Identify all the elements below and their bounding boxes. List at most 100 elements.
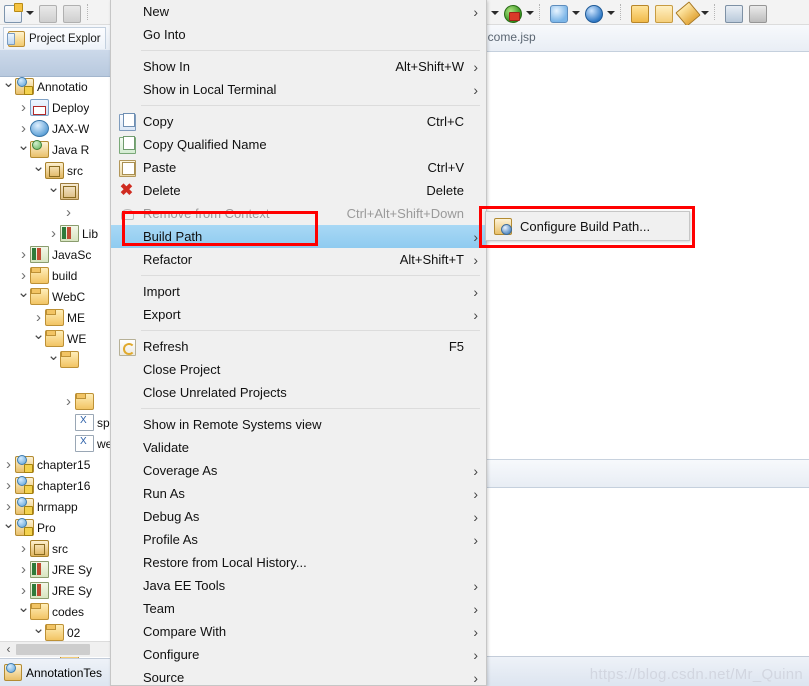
scroll-left-arrow-icon[interactable]: ‹: [2, 642, 15, 657]
tree-item[interactable]: [0, 181, 110, 202]
chevron-right-icon[interactable]: [47, 227, 60, 240]
save-icon[interactable]: [36, 2, 58, 23]
chevron-down-icon[interactable]: [17, 143, 30, 156]
chevron-right-icon[interactable]: [62, 395, 75, 408]
menu-item-source[interactable]: Source ›: [111, 666, 486, 686]
menu-item-delete[interactable]: ✖ Delete Delete: [111, 179, 486, 202]
folder-icon[interactable]: [652, 2, 674, 23]
chevron-down-icon[interactable]: [17, 605, 30, 618]
tree-horizontal-scrollbar[interactable]: ‹: [0, 641, 110, 657]
chevron-right-icon[interactable]: [17, 563, 30, 576]
menu-item-build-path[interactable]: Build Path ›: [111, 225, 486, 248]
menu-item-debug-as[interactable]: Debug As ›: [111, 505, 486, 528]
menu-item-export[interactable]: Export ›: [111, 303, 486, 326]
tree-item[interactable]: Lib: [0, 223, 110, 244]
chevron-down-icon[interactable]: [17, 290, 30, 303]
menu-item-copy[interactable]: Copy Ctrl+C: [111, 110, 486, 133]
tree-item[interactable]: JRE Sy: [0, 559, 110, 580]
tree-item[interactable]: src: [0, 538, 110, 559]
menu-item-coverage-as[interactable]: Coverage As ›: [111, 459, 486, 482]
new-web-project-dropdown-icon[interactable]: [570, 2, 581, 23]
chevron-down-icon[interactable]: [47, 185, 60, 198]
tree-item[interactable]: Java R: [0, 139, 110, 160]
new-wizard-dropdown-icon[interactable]: [24, 2, 35, 23]
tab-welcome-jsp[interactable]: lcome.jsp: [485, 30, 536, 44]
menu-item-close-unrelated-projects[interactable]: Close Unrelated Projects: [111, 381, 486, 404]
chevron-right-icon[interactable]: [2, 479, 15, 492]
new-spring-dropdown-icon[interactable]: [605, 2, 616, 23]
chevron-down-icon[interactable]: [2, 80, 15, 93]
tree-item[interactable]: codes: [0, 601, 110, 622]
tree-item[interactable]: [0, 391, 110, 412]
tree-item[interactable]: wel: [0, 433, 110, 454]
tree-item[interactable]: [0, 202, 110, 223]
chevron-down-icon[interactable]: [47, 353, 60, 366]
tree-item[interactable]: JAX-W: [0, 118, 110, 139]
menu-item-restore-from-local-history[interactable]: Restore from Local History...: [111, 551, 486, 574]
chevron-right-icon[interactable]: [62, 206, 75, 219]
save-all-icon[interactable]: [60, 2, 82, 23]
menu-item-team[interactable]: Team ›: [111, 597, 486, 620]
tree-item[interactable]: [0, 370, 110, 391]
chevron-down-icon[interactable]: [32, 164, 45, 177]
menu-item-validate[interactable]: Validate: [111, 436, 486, 459]
chevron-down-icon[interactable]: [2, 521, 15, 534]
open-folder-icon[interactable]: [628, 2, 650, 23]
menu-item-refresh[interactable]: Refresh F5: [111, 335, 486, 358]
chevron-down-icon[interactable]: [32, 332, 45, 345]
chevron-right-icon[interactable]: [2, 458, 15, 471]
tree-item[interactable]: Deploy: [0, 97, 110, 118]
tree-item[interactable]: build: [0, 265, 110, 286]
run-server-dropdown-icon[interactable]: [524, 2, 535, 23]
edit-pencil-icon[interactable]: [675, 0, 701, 27]
menu-item-new[interactable]: New ›: [111, 0, 486, 23]
edit-dropdown-icon[interactable]: [699, 2, 710, 23]
tree-item[interactable]: chapter16: [0, 475, 110, 496]
chevron-down-icon[interactable]: [32, 626, 45, 639]
tree-item[interactable]: JRE Sy: [0, 580, 110, 601]
menu-item-java-ee-tools[interactable]: Java EE Tools ›: [111, 574, 486, 597]
menu-item-show-in[interactable]: Show In Alt+Shift+W ›: [111, 55, 486, 78]
tree-item[interactable]: Annotatio: [0, 76, 110, 97]
menu-item-configure[interactable]: Configure ›: [111, 643, 486, 666]
menu-item-profile-as[interactable]: Profile As ›: [111, 528, 486, 551]
menu-item-refactor[interactable]: Refactor Alt+Shift+T ›: [111, 248, 486, 271]
menu-item-import[interactable]: Import ›: [111, 280, 486, 303]
chevron-right-icon[interactable]: [17, 542, 30, 555]
menu-item-run-as[interactable]: Run As ›: [111, 482, 486, 505]
tree-item[interactable]: WebC: [0, 286, 110, 307]
tree-item[interactable]: 02: [0, 622, 110, 643]
tree-item[interactable]: spr: [0, 412, 110, 433]
tree-item[interactable]: [0, 349, 110, 370]
tree-item[interactable]: WE: [0, 328, 110, 349]
chevron-right-icon[interactable]: [2, 500, 15, 513]
menu-item-go-into[interactable]: Go Into: [111, 23, 486, 46]
pin-icon[interactable]: [722, 2, 744, 23]
menu-item-paste[interactable]: Paste Ctrl+V: [111, 156, 486, 179]
run-server-icon[interactable]: [501, 2, 523, 23]
brush-icon[interactable]: [746, 2, 768, 23]
run-dropdown-icon[interactable]: [489, 2, 500, 23]
menu-item-show-in-remote-systems-view[interactable]: Show in Remote Systems view: [111, 413, 486, 436]
context-menu[interactable]: New › Go Into Show In Alt+Shift+W › Show in Lo…: [110, 0, 487, 686]
menu-item-compare-with[interactable]: Compare With ›: [111, 620, 486, 643]
build-path-submenu[interactable]: Configure Build Path...: [485, 211, 690, 241]
chevron-right-icon[interactable]: [17, 101, 30, 114]
menu-item-close-project[interactable]: Close Project: [111, 358, 486, 381]
tree-item[interactable]: ME: [0, 307, 110, 328]
chevron-right-icon[interactable]: [17, 248, 30, 261]
menu-item-show-in-local-terminal[interactable]: Show in Local Terminal ›: [111, 78, 486, 101]
tree-item[interactable]: hrmapp: [0, 496, 110, 517]
chevron-right-icon[interactable]: [32, 311, 45, 324]
tree-item[interactable]: Pro: [0, 517, 110, 538]
menu-item-configure-build-path[interactable]: Configure Build Path...: [486, 212, 689, 240]
tree-item[interactable]: src: [0, 160, 110, 181]
menu-item-copy-qualified-name[interactable]: Copy Qualified Name: [111, 133, 486, 156]
new-web-project-icon[interactable]: [547, 2, 569, 23]
chevron-right-icon[interactable]: [17, 122, 30, 135]
project-tree[interactable]: Annotatio Deploy JAX-W Java R src Lib JavaSc bu…: [0, 76, 110, 661]
chevron-right-icon[interactable]: [17, 584, 30, 597]
scrollbar-thumb[interactable]: [16, 644, 90, 655]
chevron-right-icon[interactable]: [17, 269, 30, 282]
tab-project-explorer[interactable]: Project Explor: [3, 27, 106, 49]
